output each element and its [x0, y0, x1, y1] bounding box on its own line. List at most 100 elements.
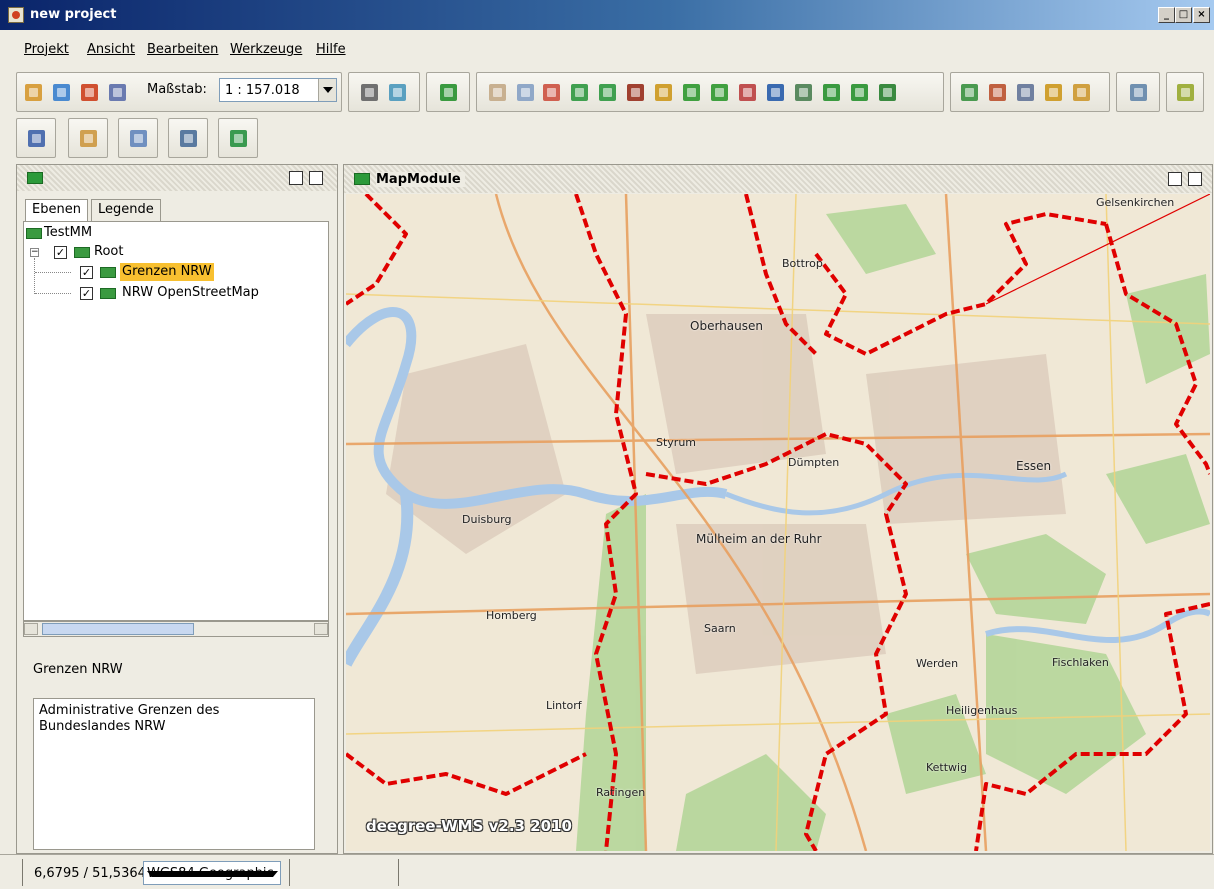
maximize-button[interactable]: □: [1175, 7, 1192, 23]
clipboard-icon[interactable]: [1073, 84, 1090, 101]
layer-item-grenzen[interactable]: Grenzen NRW: [120, 263, 214, 281]
zoom-in-icon[interactable]: [517, 84, 534, 101]
place-label: Homberg: [486, 609, 537, 622]
map-model-icon: [26, 228, 42, 239]
minimize-button[interactable]: _: [1158, 7, 1175, 23]
place-label: Dümpten: [788, 456, 840, 469]
tree-group-node[interactable]: Root: [94, 243, 123, 261]
minimize-panel-icon[interactable]: [1168, 172, 1182, 186]
layer-panel-header: [17, 165, 337, 191]
zoom-out-icon[interactable]: [543, 84, 560, 101]
module-icon[interactable]: [28, 130, 45, 147]
toolbar-modules-4: [168, 118, 208, 158]
place-label: Fischlaken: [1052, 656, 1109, 669]
tree-line: [35, 293, 71, 294]
map-panel-header: MapModule: [344, 165, 1212, 193]
print-icon[interactable]: [1130, 84, 1147, 101]
toolbar-navigation-group: [476, 72, 944, 112]
maximize-panel-icon[interactable]: [309, 171, 323, 185]
layer-icon: [100, 288, 116, 299]
tab-legende[interactable]: Legende: [91, 199, 161, 221]
tree-line: [34, 258, 35, 294]
search-icon[interactable]: [180, 130, 197, 147]
folder-icon: [74, 247, 90, 258]
menu-ansicht[interactable]: Ansicht: [87, 42, 135, 57]
add-layer-icon[interactable]: [440, 84, 457, 101]
place-label: Bottrop: [782, 257, 823, 270]
new-project-icon[interactable]: [25, 84, 42, 101]
toolbar-edit-group: [950, 72, 1110, 112]
zoom-selection-icon[interactable]: [655, 84, 672, 101]
full-extent-icon[interactable]: [599, 84, 616, 101]
crs-select[interactable]: WGS84 Geographic: [143, 861, 281, 885]
tab-ebenen[interactable]: Ebenen: [25, 199, 88, 221]
layer-up-icon[interactable]: [823, 84, 840, 101]
layer-down-icon[interactable]: [851, 84, 868, 101]
close-project-icon[interactable]: [81, 84, 98, 101]
horizontal-scrollbar[interactable]: [23, 621, 329, 637]
menu-bar: Projekt Ansicht Bearbeiten Werkzeuge Hil…: [0, 36, 1214, 62]
menu-hilfe[interactable]: Hilfe: [316, 42, 346, 57]
panel-icon: [354, 173, 370, 185]
grid-icon[interactable]: [80, 130, 97, 147]
pan-icon[interactable]: [489, 84, 506, 101]
status-bar: 6,6795 / 51,5364 WGS84 Geographic: [0, 854, 1214, 889]
layer-checkbox[interactable]: ✓: [80, 266, 93, 279]
place-label: Ratingen: [596, 786, 646, 799]
edit-geometry-icon[interactable]: [961, 84, 978, 101]
wkt-icon[interactable]: [1017, 84, 1034, 101]
overview-icon[interactable]: [230, 130, 247, 147]
scale-value: 1 : 157.018: [225, 83, 300, 98]
zoom-extent-icon[interactable]: [571, 84, 588, 101]
place-label: Lintorf: [546, 699, 582, 712]
layer-item-osm[interactable]: NRW OpenStreetMap: [122, 284, 259, 302]
open-project-icon[interactable]: [53, 84, 70, 101]
map-frame-icon[interactable]: [109, 84, 126, 101]
maximize-panel-icon[interactable]: [1188, 172, 1202, 186]
zoom-box-icon[interactable]: [627, 84, 644, 101]
toolbar-print-group: [1116, 72, 1160, 112]
chevron-down-icon[interactable]: [147, 871, 278, 877]
layer-description[interactable]: Administrative Grenzen des Bundeslandes …: [33, 698, 315, 850]
table-icon[interactable]: [130, 130, 147, 147]
map-canvas[interactable]: Oberhausen Bottrop Essen Mülheim an der …: [346, 194, 1210, 851]
chevron-down-icon[interactable]: [318, 79, 336, 101]
menu-werkzeuge[interactable]: Werkzeuge: [230, 42, 302, 57]
window-title: new project: [30, 7, 117, 22]
select-icon[interactable]: [739, 84, 756, 101]
back-arrow-icon[interactable]: [683, 84, 700, 101]
place-label: Styrum: [656, 436, 697, 449]
layer-checkbox[interactable]: ✓: [80, 287, 93, 300]
toolbar-modules-1: [16, 118, 56, 158]
layer-panel: Ebenen Legende TestMM − ✓ Root ✓ Grenzen…: [16, 164, 338, 854]
copy-icon[interactable]: [1045, 84, 1062, 101]
divider: [398, 859, 399, 886]
pencil-icon[interactable]: [1177, 84, 1194, 101]
map-panel-title: MapModule: [376, 172, 465, 187]
collapse-toggle[interactable]: −: [30, 248, 39, 257]
toolbar-modules-2: [68, 118, 108, 158]
layer-icon: [100, 267, 116, 278]
group-checkbox[interactable]: ✓: [54, 246, 67, 259]
new-document-icon[interactable]: [389, 84, 406, 101]
forward-arrow-icon[interactable]: [711, 84, 728, 101]
scroll-left-icon[interactable]: [24, 623, 38, 635]
java-app-icon: [8, 7, 24, 23]
save-icon[interactable]: [361, 84, 378, 101]
scale-label: Maßstab:: [147, 82, 207, 97]
minimize-panel-icon[interactable]: [289, 171, 303, 185]
menu-bearbeiten[interactable]: Bearbeiten: [147, 42, 218, 57]
refresh-icon[interactable]: [879, 84, 896, 101]
scale-select[interactable]: 1 : 157.018: [219, 78, 337, 102]
place-label: Werden: [916, 657, 959, 670]
digitize-icon[interactable]: [989, 84, 1006, 101]
scroll-thumb[interactable]: [42, 623, 194, 635]
close-button[interactable]: ×: [1193, 7, 1210, 23]
measure-icon[interactable]: [795, 84, 812, 101]
tree-root-node[interactable]: TestMM: [44, 224, 92, 242]
info-icon[interactable]: [767, 84, 784, 101]
menu-projekt[interactable]: Projekt: [24, 42, 69, 57]
scroll-right-icon[interactable]: [314, 623, 328, 635]
divider: [289, 859, 290, 886]
map-panel: MapModule Oberhausen Bottrop Essen Mülhe…: [343, 164, 1213, 854]
